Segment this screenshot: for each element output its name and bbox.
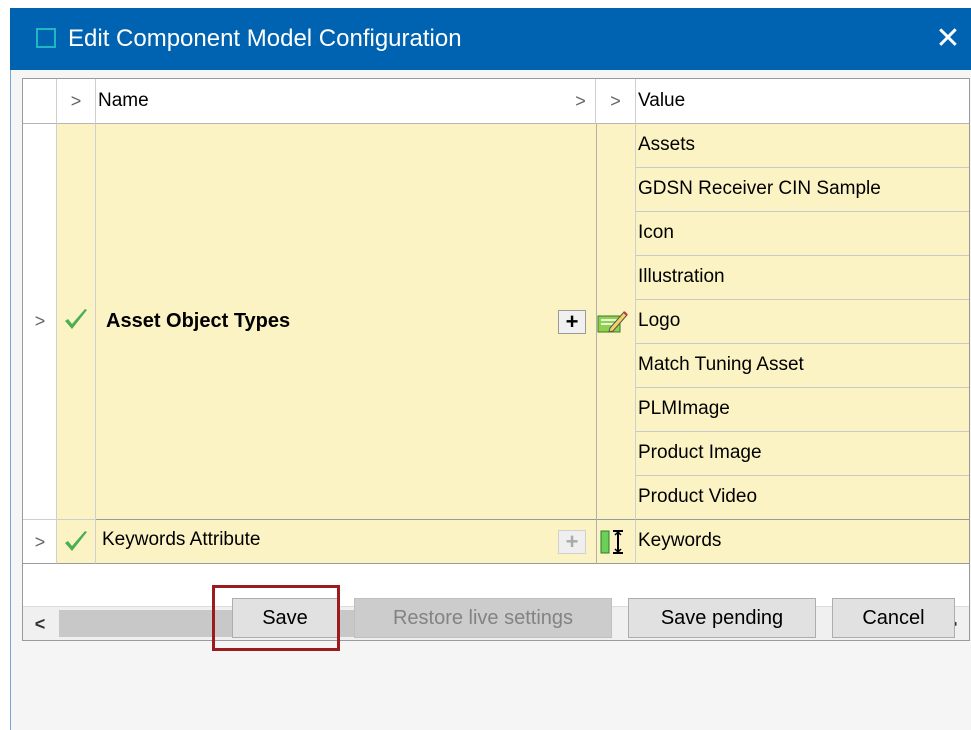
value-item[interactable]: Illustration — [636, 256, 969, 300]
value-item[interactable]: Product Video — [636, 476, 969, 520]
cancel-button[interactable]: Cancel — [832, 598, 955, 638]
value-item[interactable]: Logo — [636, 300, 969, 344]
checkmark-icon — [65, 309, 87, 329]
window-title: Edit Component Model Configuration — [68, 25, 462, 52]
row-1-status-cell — [57, 124, 96, 520]
row-2-status-cell — [57, 520, 96, 564]
column-header-name[interactable]: Name — [96, 79, 596, 124]
value-item[interactable]: PLMImage — [636, 388, 969, 432]
window-icon — [36, 28, 56, 48]
column-header-value-label: Value — [638, 90, 686, 111]
row-1-expand-icon[interactable]: > — [23, 306, 57, 336]
checkmark-icon — [65, 531, 87, 551]
scroll-left-icon[interactable]: < — [23, 607, 57, 640]
row-2-add-button[interactable]: + — [558, 530, 586, 554]
row-1-divider — [596, 124, 597, 520]
name-column-chevron-icon[interactable]: > — [566, 79, 596, 124]
row-1-name: Asset Object Types — [106, 310, 291, 332]
row-2-name-cell[interactable]: Keywords Attribute + — [96, 520, 636, 564]
row-header-corner — [23, 79, 57, 124]
close-icon[interactable]: ✕ — [931, 22, 965, 56]
configuration-grid: > Name > > Value > Asset Object Types + — [22, 78, 970, 641]
row-2-divider — [596, 520, 597, 564]
row-1-name-cell[interactable]: Asset Object Types + — [96, 124, 636, 520]
column-header-value[interactable]: Value — [636, 79, 969, 124]
row-2-name: Keywords Attribute — [102, 529, 261, 550]
value-item[interactable]: Assets — [636, 124, 969, 168]
value-item[interactable]: Match Tuning Asset — [636, 344, 969, 388]
value-item[interactable]: GDSN Receiver CIN Sample — [636, 168, 969, 212]
save-button-highlight-frame — [212, 585, 340, 651]
row-1-add-button[interactable]: + — [558, 310, 586, 334]
text-attribute-icon[interactable] — [599, 528, 629, 556]
row-1-selector[interactable]: > — [23, 124, 57, 520]
value-item[interactable]: Keywords — [636, 520, 969, 564]
row-2-expand-icon[interactable]: > — [23, 527, 57, 557]
value-item[interactable]: Product Image — [636, 432, 969, 476]
header-expand-chevron-icon[interactable]: > — [57, 79, 96, 124]
value-item[interactable]: Icon — [636, 212, 969, 256]
restore-live-settings-button[interactable]: Restore live settings — [354, 598, 612, 638]
row-2-selector[interactable]: > — [23, 520, 57, 564]
title-bar: Edit Component Model Configuration ✕ — [10, 8, 971, 70]
edit-list-icon[interactable] — [596, 308, 628, 336]
save-pending-button[interactable]: Save pending — [628, 598, 816, 638]
value-column-chevron-icon[interactable]: > — [596, 79, 636, 124]
column-header-name-label: Name — [98, 90, 149, 111]
